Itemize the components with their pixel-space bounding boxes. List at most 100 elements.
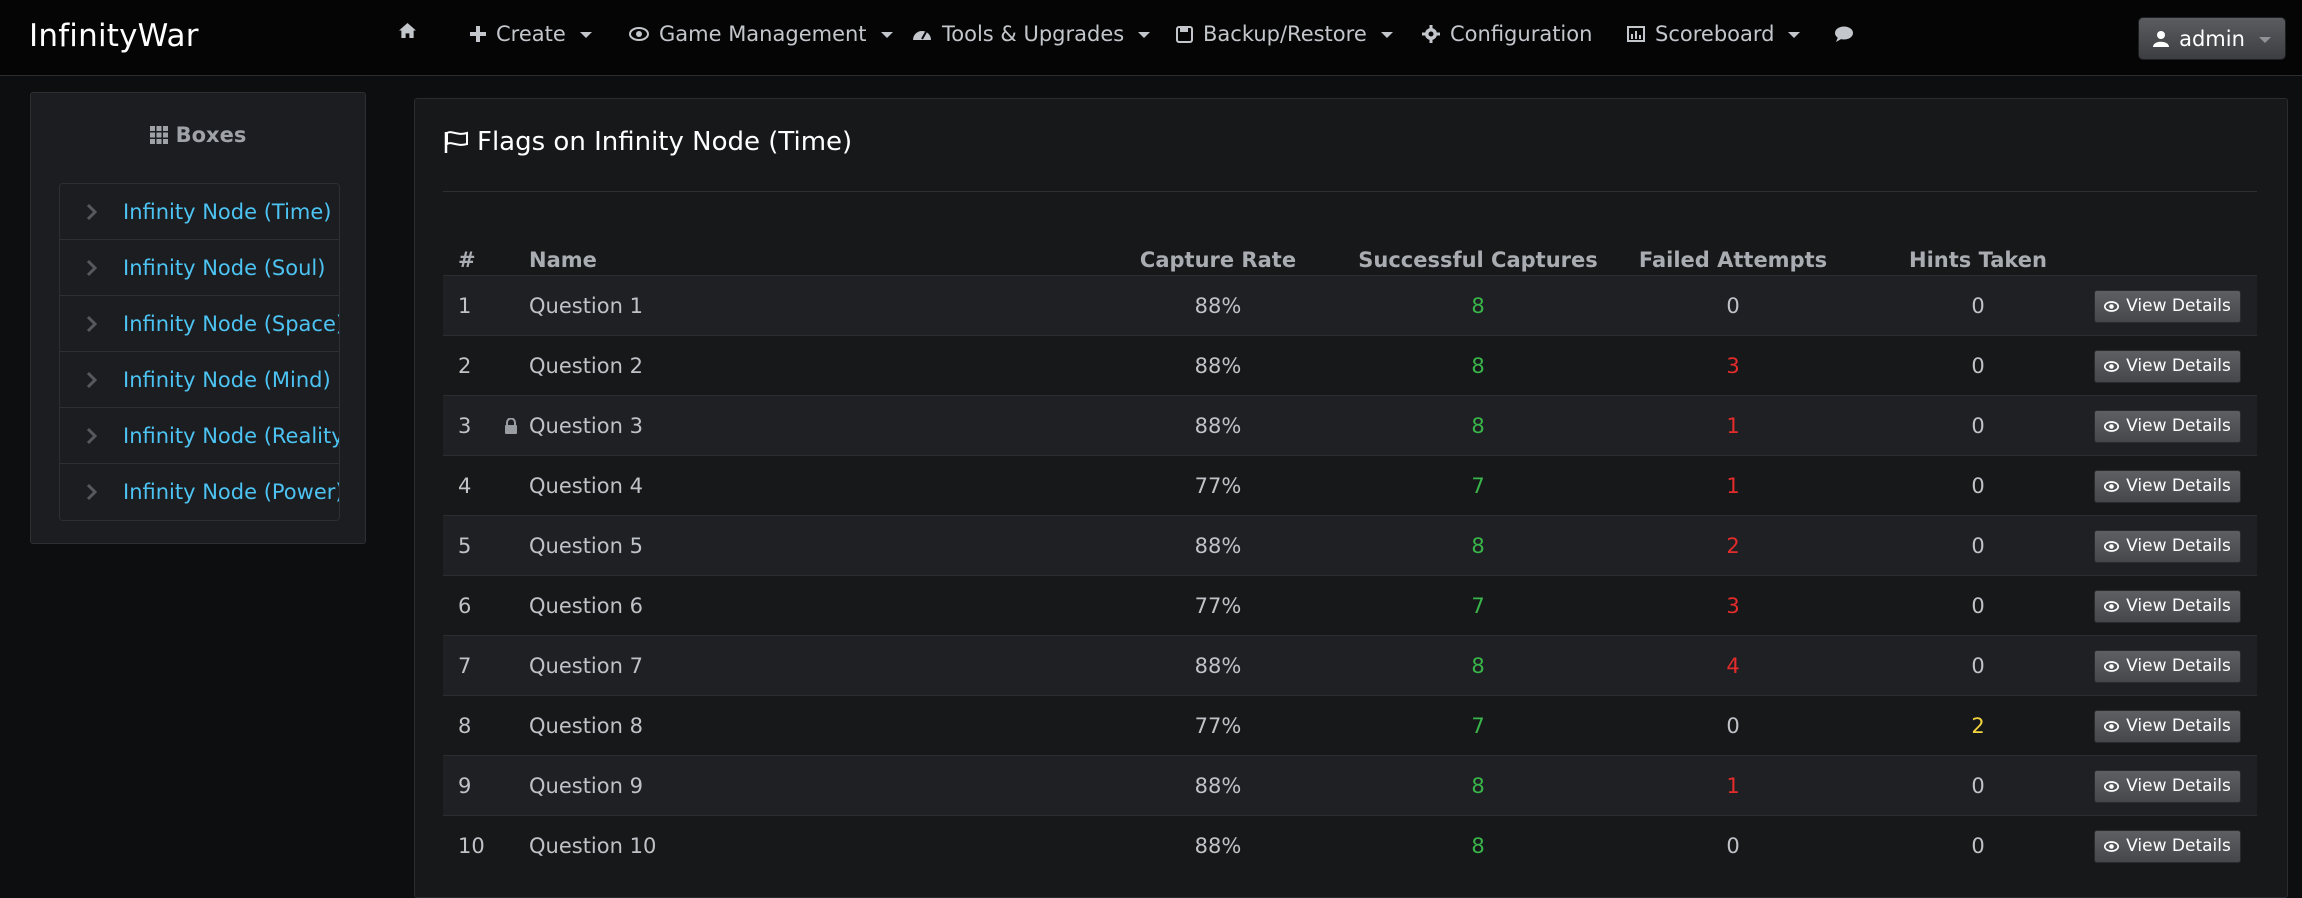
- nav-configuration[interactable]: Configuration: [1422, 22, 1592, 46]
- sidebar-title-label: Boxes: [175, 123, 247, 147]
- actions-cell: View Details: [2094, 756, 2241, 816]
- hints-taken: 2: [1971, 714, 1985, 738]
- chevron-down-icon: [880, 32, 893, 38]
- failed-attempts: 0: [1726, 294, 1740, 318]
- flag-icon: [444, 131, 468, 153]
- hints-taken: 0: [1971, 474, 1985, 498]
- successful-captures: 8: [1471, 654, 1485, 678]
- chevron-down-icon: [1788, 32, 1801, 38]
- actions-cell: View Details: [2094, 576, 2241, 636]
- failed-attempts: 0: [1726, 714, 1740, 738]
- view-details-label: View Details: [2126, 416, 2231, 436]
- flag-name: Question 7: [529, 654, 643, 678]
- successful-captures: 8: [1471, 354, 1485, 378]
- nav-game-management-label: Game Management: [659, 22, 867, 46]
- failed-attempts: 3: [1726, 354, 1740, 378]
- view-details-button[interactable]: View Details: [2094, 409, 2241, 443]
- successful-captures: 8: [1471, 534, 1485, 558]
- failed-attempts: 1: [1726, 474, 1740, 498]
- row-number: 8: [458, 714, 472, 738]
- home-icon: [399, 22, 416, 39]
- capture-rate: 77%: [1194, 474, 1242, 498]
- sidebar-item-power[interactable]: Infinity Node (Power): [60, 464, 339, 520]
- user-menu-button[interactable]: admin: [2138, 17, 2286, 60]
- table-row: 5 Question 5 88% 8 2 0 View Details: [443, 515, 2257, 575]
- successful-captures: 7: [1471, 714, 1485, 738]
- nav-game-management[interactable]: Game Management: [629, 22, 893, 46]
- nav-backup-restore-label: Backup/Restore: [1203, 22, 1367, 46]
- title-divider: [443, 191, 2257, 192]
- plus-icon: [470, 26, 486, 42]
- chevron-right-icon: [86, 314, 98, 334]
- sidebar-item-reality[interactable]: Infinity Node (Reality): [60, 408, 339, 464]
- nav-scoreboard[interactable]: Scoreboard: [1627, 22, 1801, 46]
- row-number: 5: [458, 534, 472, 558]
- capture-rate: 77%: [1194, 714, 1242, 738]
- actions-cell: View Details: [2094, 636, 2241, 696]
- flag-name: Question 8: [529, 714, 643, 738]
- lock-cell: [501, 276, 521, 336]
- nav-backup-restore[interactable]: Backup/Restore: [1176, 22, 1393, 46]
- eye-icon: [2104, 780, 2120, 792]
- row-number: 6: [458, 594, 472, 618]
- lock-cell: [501, 636, 521, 696]
- hints-taken: 0: [1971, 654, 1985, 678]
- chevron-right-icon: [86, 258, 98, 278]
- chevron-down-icon: [579, 32, 592, 38]
- nav-tools-upgrades[interactable]: Tools & Upgrades: [912, 22, 1151, 46]
- lock-cell: [501, 756, 521, 816]
- user-menu-label: admin: [2179, 26, 2245, 51]
- lock-cell: [501, 336, 521, 396]
- view-details-button[interactable]: View Details: [2094, 589, 2241, 623]
- row-number: 4: [458, 474, 472, 498]
- sidebar-title: Boxes: [31, 123, 365, 147]
- actions-cell: View Details: [2094, 336, 2241, 396]
- view-details-button[interactable]: View Details: [2094, 649, 2241, 683]
- view-details-label: View Details: [2126, 716, 2231, 736]
- chevron-right-icon: [86, 202, 98, 222]
- hints-taken: 0: [1971, 594, 1985, 618]
- view-details-button[interactable]: View Details: [2094, 769, 2241, 803]
- box-list: Infinity Node (Time) Infinity Node (Soul…: [59, 183, 340, 521]
- nav-home[interactable]: [398, 22, 417, 39]
- view-details-button[interactable]: View Details: [2094, 709, 2241, 743]
- successful-captures: 8: [1471, 414, 1485, 438]
- page-title: Flags on Infinity Node (Time): [443, 127, 852, 157]
- nav-chat[interactable]: [1834, 26, 1854, 43]
- eye-icon: [2104, 420, 2120, 432]
- flag-name: Question 5: [529, 534, 643, 558]
- grid-icon: [149, 126, 168, 144]
- table-row: 3 Question 3 88% 8 1 0 View Details: [443, 395, 2257, 455]
- table-row: 9 Question 9 88% 8 1 0 View Details: [443, 755, 2257, 815]
- sidebar-item-soul[interactable]: Infinity Node (Soul): [60, 240, 339, 296]
- row-number: 3: [458, 414, 472, 438]
- nav-create[interactable]: Create: [470, 22, 592, 46]
- sidebar-item-space[interactable]: Infinity Node (Space): [60, 296, 339, 352]
- lock-icon: [505, 418, 517, 434]
- brand-logo[interactable]: InfinityWar: [29, 18, 199, 54]
- failed-attempts: 3: [1726, 594, 1740, 618]
- hints-taken: 0: [1971, 414, 1985, 438]
- capture-rate: 88%: [1194, 834, 1242, 858]
- actions-cell: View Details: [2094, 276, 2241, 336]
- capture-rate: 88%: [1194, 534, 1242, 558]
- eye-icon: [2104, 600, 2120, 612]
- hints-taken: 0: [1971, 354, 1985, 378]
- row-number: 10: [458, 834, 485, 858]
- view-details-label: View Details: [2126, 656, 2231, 676]
- sidebar-item-time[interactable]: Infinity Node (Time): [60, 184, 339, 240]
- row-number: 1: [458, 294, 472, 318]
- view-details-button[interactable]: View Details: [2094, 289, 2241, 323]
- sidebar-item-label: Infinity Node (Mind): [123, 367, 331, 392]
- view-details-label: View Details: [2126, 776, 2231, 796]
- nav-configuration-label: Configuration: [1450, 22, 1593, 46]
- view-details-button[interactable]: View Details: [2094, 529, 2241, 563]
- flag-name: Question 6: [529, 594, 643, 618]
- dashboard-icon: [913, 31, 931, 40]
- sidebar-item-mind[interactable]: Infinity Node (Mind): [60, 352, 339, 408]
- table-row: 10 Question 10 88% 8 0 0 View Details: [443, 815, 2257, 875]
- nav-scoreboard-label: Scoreboard: [1655, 22, 1775, 46]
- view-details-button[interactable]: View Details: [2094, 469, 2241, 503]
- view-details-button[interactable]: View Details: [2094, 349, 2241, 383]
- view-details-button[interactable]: View Details: [2094, 829, 2241, 863]
